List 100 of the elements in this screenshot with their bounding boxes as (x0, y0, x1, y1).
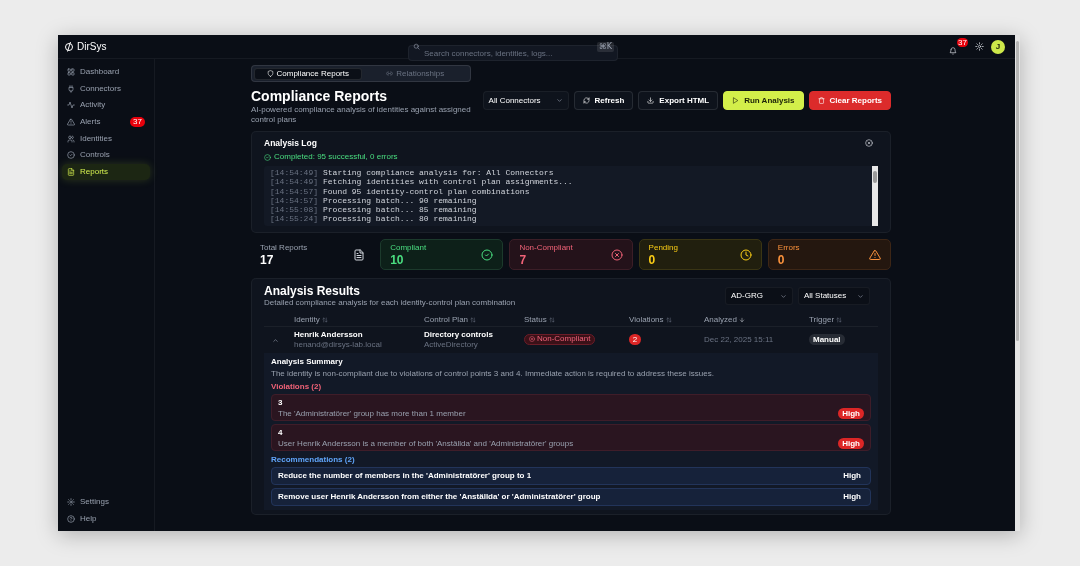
violation-id: 3 (278, 398, 284, 408)
violations-count: 2 (629, 334, 641, 345)
shield-icon (266, 70, 274, 77)
recommendation-text: Reduce the number of members in the 'Administratörer' group to 1 (278, 470, 532, 482)
priority-label: High (843, 491, 861, 503)
stat-label: Pending (648, 242, 678, 253)
action-button[interactable]: Refresh (573, 91, 634, 110)
column-header: Identity (294, 313, 320, 326)
stat-value: 0 (777, 252, 786, 267)
action-button[interactable]: Run Analysis (723, 91, 804, 110)
connector-select[interactable]: All Connectors (482, 91, 569, 110)
sidebar-item[interactable]: Alerts 37 (62, 114, 150, 131)
column-header: Status (524, 313, 547, 326)
log-message: Starting compliance analysis for: All Connectors (323, 168, 554, 178)
search-icon (413, 43, 420, 50)
download-icon (647, 97, 655, 104)
chevron-down-icon (780, 292, 787, 300)
sidebar-item[interactable]: Controls (62, 147, 150, 164)
scrollbar[interactable] (1015, 35, 1020, 531)
section-subtitle: Detailed compliance analysis for each identity-control plan combination (264, 298, 516, 308)
check-circle-icon (264, 153, 271, 161)
notifications-button[interactable]: 37 (948, 37, 968, 56)
log-message: Processing batch... 90 remaining (323, 195, 477, 206)
violations-heading: Violations (2) (271, 382, 323, 392)
document-icon (353, 248, 366, 261)
sidebar-item[interactable]: Activity (62, 97, 150, 114)
stat-label: Compliant (390, 242, 427, 253)
section-title: Analysis Results (264, 284, 362, 298)
logo-icon (64, 41, 74, 52)
violation-text: User Henrik Andersson is a member of both 'Anställda' and 'Administratörer' groups (278, 439, 574, 449)
action-button[interactable]: Clear Reports (808, 91, 891, 110)
stat-value: 7 (519, 252, 528, 267)
sidebar-item[interactable]: Help (62, 511, 150, 527)
column-header: Control Plan (424, 313, 469, 326)
sidebar-item[interactable]: Identities (62, 130, 150, 147)
help-icon (67, 515, 75, 523)
check-circle-icon (67, 151, 75, 160)
log-message: Processing batch... 85 remaining (323, 205, 477, 215)
page-title: Compliance Reports (251, 88, 389, 104)
expand-toggle[interactable] (272, 336, 279, 344)
analyzed-date: Dec 22, 2025 15:11 (704, 335, 774, 344)
log-timestamp: [14:54:57] (270, 186, 318, 196)
bell-icon (949, 46, 957, 55)
column-header: Violations (629, 313, 664, 326)
sidebar-item[interactable]: Reports (62, 164, 150, 181)
warning-icon (67, 118, 75, 127)
stat-label: Non-Compliant (519, 242, 573, 253)
sidebar-item[interactable]: Settings (62, 494, 150, 510)
identity-name: Henrik Andersson (294, 330, 364, 340)
stat-value: 10 (390, 252, 405, 267)
grid-icon (67, 68, 75, 76)
column-header: Analyzed (704, 313, 737, 326)
count-badge: 37 (130, 117, 145, 128)
summary-text: The identity is non-compliant due to violations of control points 3 and 4. Immediate action is required to address these issues. (271, 369, 715, 379)
x-circle-icon (610, 248, 623, 261)
identity-email: henand@dirsys-lab.local (294, 340, 383, 350)
chevron-down-icon (857, 292, 864, 300)
page-subtitle: AI-powered compliance analysis of identities against assigned control plans (251, 105, 471, 125)
chevron-up-icon (272, 336, 279, 344)
status-badge: Non-Compliant (524, 333, 596, 345)
app-logo: DirSys (77, 41, 107, 52)
stat-value: 0 (648, 252, 657, 267)
log-message: Found 95 identity-control plan combinations (323, 186, 530, 196)
stat-label: Total Reports (260, 242, 308, 253)
play-icon (732, 97, 740, 104)
plug-icon (67, 84, 75, 93)
status-text: Completed: 95 successful, 0 errors (274, 152, 398, 162)
sidebar-item[interactable]: Dashboard (62, 64, 150, 80)
tab[interactable]: Compliance Reports (253, 67, 362, 80)
control-plan-name: Directory controls (424, 330, 494, 340)
priority-label: High (843, 470, 861, 482)
link-icon (386, 70, 394, 77)
scrollbar[interactable] (872, 166, 878, 226)
log-timestamp: [14:55:08] (270, 205, 318, 215)
tab[interactable]: Relationships (362, 67, 469, 80)
log-message: Fetching identities with control plan assignments... (323, 177, 573, 187)
sidebar-item[interactable]: Connectors (62, 80, 150, 97)
violation-id: 4 (278, 428, 284, 438)
severity-badge: High (838, 408, 864, 419)
x-circle-icon (529, 336, 535, 343)
trigger-badge: Manual (809, 334, 845, 345)
document-icon (67, 168, 75, 177)
log-timestamp: [14:54:49] (270, 177, 318, 187)
clock-icon (739, 248, 752, 261)
users-icon (67, 134, 75, 143)
recommendations-heading: Recommendations (2) (271, 455, 356, 465)
log-timestamp: [14:55:24] (270, 214, 318, 224)
chevron-down-icon (555, 97, 563, 104)
action-button[interactable]: Export HTML (638, 91, 719, 110)
details-heading: Analysis Summary (271, 357, 344, 367)
notification-count: 37 (957, 37, 968, 47)
filter-select[interactable]: AD-GRG (725, 287, 793, 305)
log-timestamp: [14:54:57] (270, 195, 318, 206)
refresh-icon (582, 97, 590, 104)
control-plan-source: ActiveDirectory (424, 340, 479, 350)
filter-select[interactable]: All Statuses (798, 287, 870, 305)
severity-badge: High (838, 438, 864, 449)
column-header: Trigger (809, 313, 835, 326)
card-title: Analysis Log (264, 138, 317, 148)
avatar[interactable]: J (991, 39, 1005, 54)
